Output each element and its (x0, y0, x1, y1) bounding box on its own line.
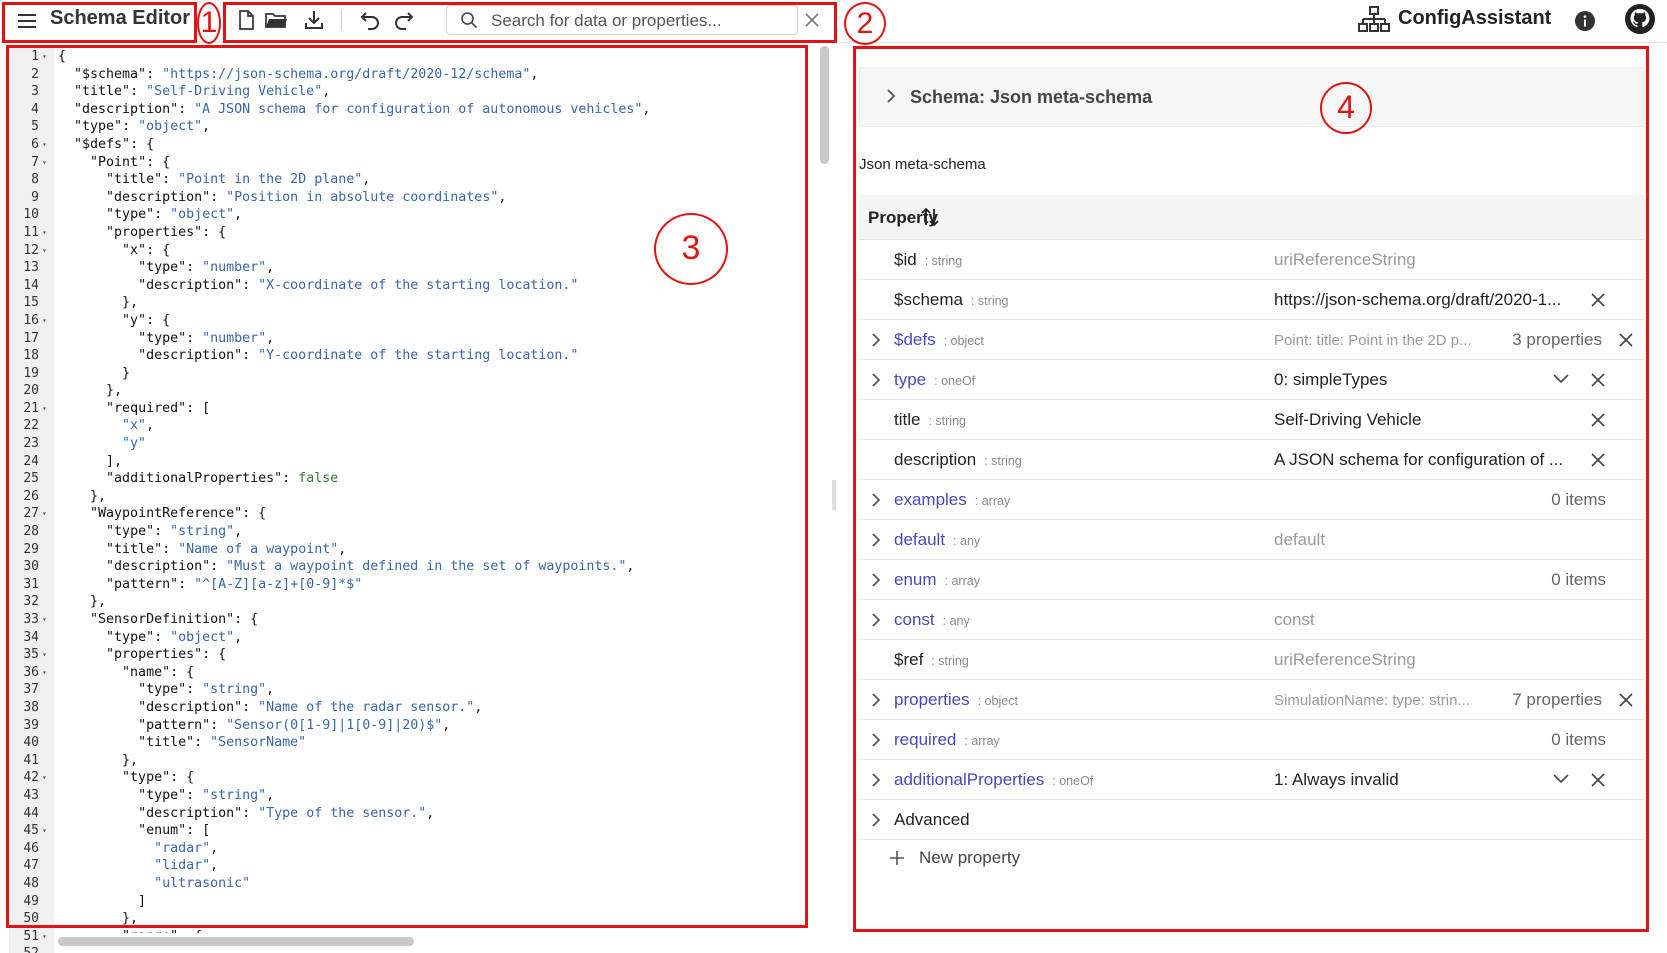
sitemap-logo-icon (1358, 6, 1390, 32)
pane-splitter-handle[interactable] (832, 480, 836, 510)
line-number: 51 ▾ (9, 928, 46, 946)
annotation-box-1 (2, 2, 197, 43)
annotation-box-4 (853, 46, 1649, 932)
editor-vertical-scrollbar[interactable] (820, 46, 829, 164)
line-number: 52 (9, 945, 39, 953)
line-number-text: 52 (23, 946, 39, 953)
github-icon[interactable] (1624, 3, 1656, 35)
annotation-box-3 (6, 45, 808, 928)
fold-toggle-icon[interactable]: ▾ (42, 928, 47, 946)
info-icon[interactable] (1574, 10, 1596, 32)
line-number-text: 51 (23, 928, 39, 944)
editor-horizontal-scrollbar[interactable] (58, 937, 414, 946)
annotation-label-4: 4 (1320, 82, 1372, 134)
annotation-label-1: 1 (197, 2, 221, 44)
annotation-label-2: 2 (844, 2, 886, 45)
code-line[interactable]: "range": { (58, 928, 808, 933)
annotation-label-3: 3 (654, 213, 728, 285)
annotation-box-2 (223, 2, 837, 43)
brand-name: ConfigAssistant (1398, 7, 1552, 29)
